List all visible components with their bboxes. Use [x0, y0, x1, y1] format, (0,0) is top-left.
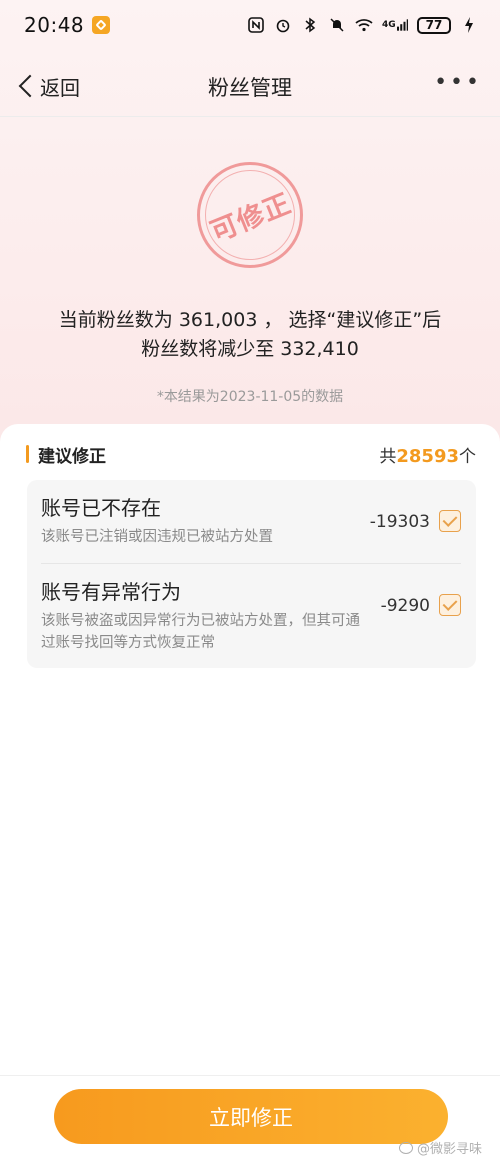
- section-title: 建议修正: [38, 446, 106, 467]
- stamp-inner-ring: 可修正: [205, 170, 296, 260]
- network-type: 4G: [382, 20, 396, 30]
- status-time: 20:48: [24, 13, 85, 37]
- more-options-button[interactable]: •••: [434, 70, 482, 95]
- status-bar: 20:48 4G 77: [0, 0, 500, 50]
- data-date-note: *本结果为2023-11-05的数据: [156, 389, 344, 405]
- weibo-icon: [398, 1141, 413, 1154]
- stamp-text: 可修正: [206, 187, 296, 248]
- item-checkbox[interactable]: [439, 510, 461, 532]
- charging-icon: [460, 16, 478, 34]
- status-icons: 4G 77: [247, 16, 478, 34]
- item-description: 该账号已注销或因违规已被站方处置: [41, 529, 273, 545]
- item-title: 账号已不存在: [41, 496, 161, 520]
- item-description: 该账号被盗或因异常行为已被站方处置，但其可通过账号找回等方式恢复正常: [41, 613, 360, 651]
- watermark-text: @微影寻味: [416, 1142, 482, 1157]
- nav-bar: 粉丝管理 返回 •••: [0, 58, 500, 114]
- item-checkbox[interactable]: [439, 594, 461, 616]
- item-count: -19303: [369, 512, 430, 532]
- mute-bell-icon: [328, 16, 346, 34]
- list-item[interactable]: 账号已不存在 该账号已注销或因违规已被站方处置 -19303: [27, 492, 476, 562]
- correct-now-button[interactable]: 立即修正: [54, 1089, 448, 1144]
- bottom-divider: [0, 1075, 500, 1076]
- section-total: 共 28593 个: [379, 442, 476, 467]
- summary-line-2: 粉丝数将减少至 332,410: [141, 338, 359, 360]
- section-accent-bar: [26, 445, 29, 463]
- nfc-icon: [247, 16, 265, 34]
- bluetooth-icon: [301, 16, 319, 34]
- cellular-signal-icon: 4G: [382, 16, 408, 34]
- wifi-icon: [355, 16, 373, 34]
- app-notification-icon: [92, 16, 111, 34]
- battery-level: 77: [425, 18, 443, 32]
- suggestion-card: 建议修正 共 28593 个 账号已不存在 该账号已注销或因违规已被站方处置 -…: [0, 424, 500, 1159]
- watermark: @微影寻味: [398, 1138, 482, 1157]
- section-header: 建议修正 共 28593 个: [26, 442, 476, 467]
- chevron-left-icon: [18, 74, 42, 98]
- correction-list: 账号已不存在 该账号已注销或因违规已被站方处置 -19303 账号有异常行为 该…: [27, 480, 476, 668]
- item-title: 账号有异常行为: [41, 580, 181, 604]
- back-label: 返回: [40, 75, 80, 100]
- total-suffix: 个: [459, 446, 476, 467]
- total-count: 28593: [396, 445, 459, 467]
- back-button[interactable]: 返回: [14, 68, 80, 104]
- total-prefix: 共: [379, 446, 397, 467]
- item-count: -9290: [380, 596, 430, 616]
- battery-icon: 77: [417, 16, 451, 34]
- alarm-icon: [274, 16, 292, 34]
- list-item[interactable]: 账号有异常行为 该账号被盗或因异常行为已被站方处置，但其可通过账号找回等方式恢复…: [27, 576, 476, 662]
- nav-divider: [0, 116, 500, 117]
- correctable-stamp-icon: 可修正: [197, 162, 303, 268]
- list-divider: [41, 563, 461, 564]
- summary-line-1: 当前粉丝数为 361,003 ， 选择“建议修正”后: [58, 309, 442, 331]
